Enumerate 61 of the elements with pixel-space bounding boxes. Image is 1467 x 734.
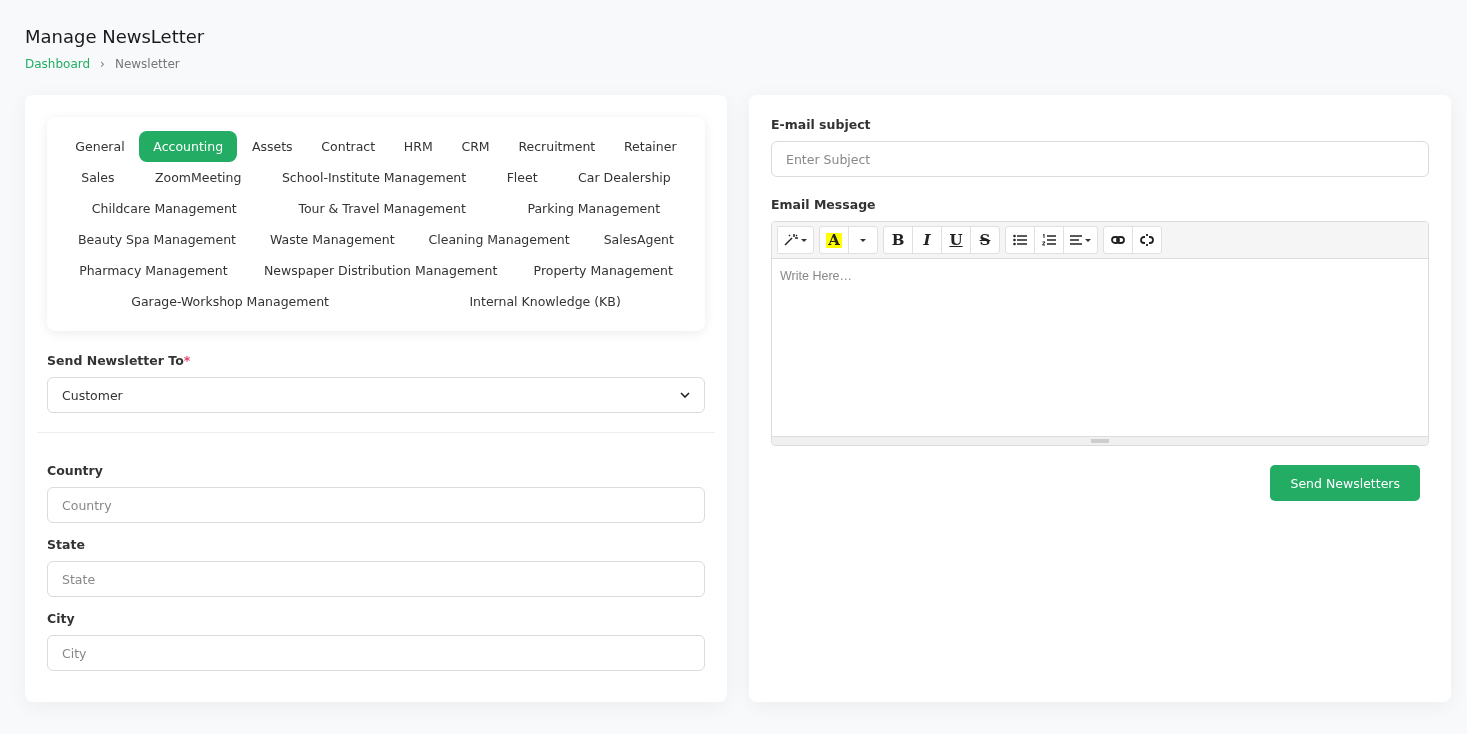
chevron-down-icon — [680, 392, 690, 398]
module-tab[interactable]: Fleet — [492, 162, 552, 193]
field-label: E-mail subject — [771, 117, 872, 132]
subject-field[interactable]: Enter Subject — [771, 141, 1429, 177]
field-label: City — [47, 611, 76, 626]
module-tab[interactable]: Garage-Workshop Management — [117, 286, 343, 317]
field-label: State — [47, 537, 86, 552]
module-tab[interactable]: Property Management — [519, 255, 687, 286]
module-tab[interactable]: HRM — [389, 131, 447, 162]
module-tab[interactable]: ZoomMeeting — [141, 162, 256, 193]
link-button[interactable] — [1103, 226, 1133, 254]
page-title: Manage NewsLetter — [25, 26, 206, 47]
breadcrumb-current: Newsletter — [114, 57, 180, 71]
input-field[interactable]: Country — [47, 487, 705, 523]
module-tab[interactable]: Sales — [67, 162, 129, 193]
italic-button[interactable]: I — [912, 226, 942, 254]
strike-button[interactable]: S — [970, 226, 1000, 254]
module-tab[interactable]: CRM — [447, 131, 504, 162]
module-tab[interactable]: Recruitment — [504, 131, 610, 162]
field-label: Country — [47, 463, 104, 478]
recipient-select[interactable]: Customer — [47, 377, 705, 413]
module-tab[interactable]: Waste Management — [255, 224, 409, 255]
module-tab[interactable]: Childcare Management — [77, 193, 251, 224]
magic-button[interactable] — [777, 226, 814, 254]
breadcrumb-separator: › — [100, 57, 105, 71]
numbers-icon — [1042, 234, 1056, 246]
resize-handle-icon[interactable] — [1091, 439, 1109, 443]
module-tab[interactable]: Cleaning Management — [414, 224, 584, 255]
align-button[interactable] — [1063, 226, 1098, 254]
input-field[interactable]: State — [47, 561, 705, 597]
module-tab[interactable]: Contract — [307, 131, 390, 162]
module-tab[interactable]: School-Institute Management — [267, 162, 481, 193]
module-tab[interactable]: Assets — [237, 131, 307, 162]
align-icon — [1070, 234, 1082, 246]
module-tab[interactable]: SalesAgent — [589, 224, 688, 255]
message-area[interactable]: Write Here… — [772, 259, 1428, 436]
input-field[interactable]: City — [47, 635, 705, 671]
caret-icon — [801, 238, 807, 242]
bullets-icon — [1013, 234, 1027, 246]
module-tab[interactable]: Parking Management — [513, 193, 675, 224]
module-tab[interactable]: Internal Knowledge (KB) — [455, 286, 635, 317]
caret-icon — [1085, 238, 1091, 242]
module-tab[interactable]: Retainer — [609, 131, 691, 162]
bold-button[interactable]: B — [883, 226, 913, 254]
unlink-button[interactable] — [1132, 226, 1162, 254]
bullet-list-button[interactable] — [1005, 226, 1035, 254]
unlink-icon — [1140, 234, 1154, 246]
underline-button[interactable]: U — [941, 226, 971, 254]
module-tab[interactable]: Beauty Spa Management — [64, 224, 250, 255]
highlight-button[interactable]: A — [819, 226, 849, 254]
link-icon — [1111, 234, 1125, 246]
module-tab[interactable]: Newspaper Distribution Management — [249, 255, 512, 286]
module-tab[interactable]: Pharmacy Management — [65, 255, 242, 286]
field-label: Send Newsletter To* — [47, 353, 192, 368]
module-tab[interactable]: General — [61, 131, 139, 162]
caret-icon — [860, 238, 866, 242]
module-tab[interactable]: Tour & Travel Management — [284, 193, 480, 224]
numbered-list-button[interactable] — [1034, 226, 1064, 254]
wand-icon — [784, 234, 798, 246]
module-tab[interactable]: Car Dealership — [564, 162, 685, 193]
field-label: Email Message — [771, 197, 877, 212]
